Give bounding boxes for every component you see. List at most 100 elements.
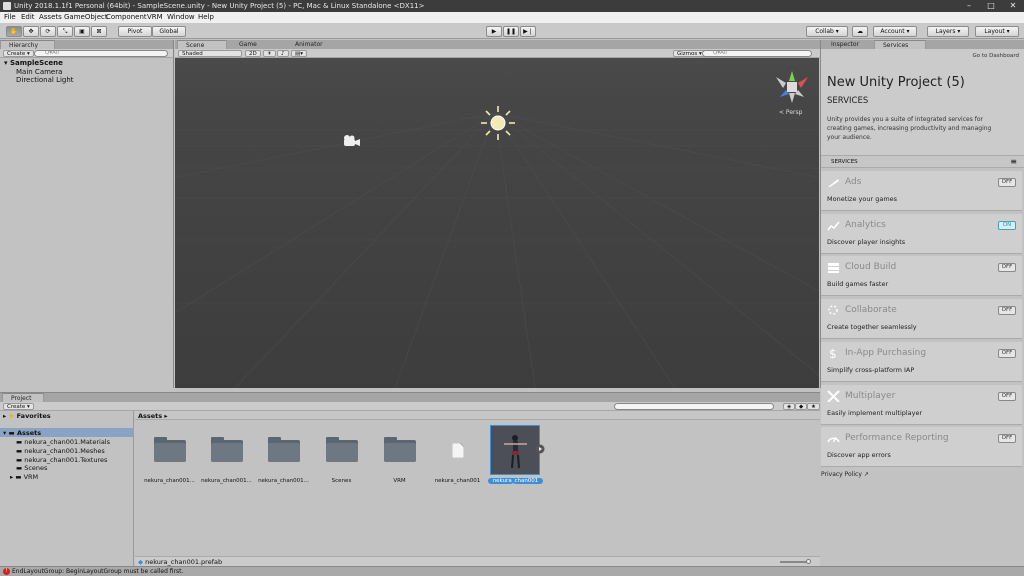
tab-animator[interactable]: Animator [287, 40, 342, 49]
tab-hierarchy[interactable]: Hierarchy [0, 40, 55, 49]
camera-gizmo-icon[interactable] [342, 134, 362, 150]
effects-dropdown[interactable]: ▤▾ [291, 50, 307, 57]
favorite-button[interactable]: ★ [807, 403, 820, 410]
breadcrumb-assets[interactable]: Assets ▸ [138, 412, 168, 420]
shading-mode-dropdown[interactable]: Shaded [178, 50, 242, 57]
maximize-button[interactable]: □ [980, 0, 1002, 12]
go-to-dashboard-link[interactable]: Go to Dashboard [973, 53, 1019, 59]
asset-folder-meshes[interactable]: nekura_chan001... [199, 425, 254, 487]
audio-toggle[interactable]: ♪ [277, 50, 289, 57]
scene-tabbar: Scene Game Animator [175, 40, 820, 49]
service-toggle[interactable]: OFF [998, 263, 1016, 272]
menu-edit[interactable]: Edit [21, 12, 35, 23]
service-ads[interactable]: Ads Monetize your games OFF [821, 171, 1022, 211]
move-tool-button[interactable]: ✥ [23, 26, 39, 37]
asset-prefab-nekura-chan001[interactable]: nekura_chan001 [488, 425, 545, 487]
rect-tool-button[interactable]: ▣ [74, 26, 90, 37]
expand-arrow-icon[interactable] [535, 444, 545, 454]
persp-label[interactable]: < Persp [779, 109, 802, 116]
effects-icon: ▤▾ [295, 51, 303, 57]
tab-scene[interactable]: Scene [177, 40, 227, 49]
service-in-app-purchasing[interactable]: $ In-App Purchasing Simplify cross-platf… [821, 342, 1022, 382]
hierarchy-create-button[interactable]: Create ▾ [3, 50, 34, 57]
file-icon [452, 443, 464, 458]
tree-item-vrm[interactable]: ▸ ▬ VRM [10, 473, 38, 481]
favorites-item[interactable]: ▸ ★ Favorites [3, 412, 51, 420]
collab-dropdown[interactable]: Collab ▾ [806, 26, 848, 37]
cloud-build-icon [828, 263, 839, 273]
global-toggle[interactable]: Global [152, 26, 186, 37]
assets-root-item[interactable]: ▾ ▬ Assets [0, 428, 134, 437]
project-search-input[interactable] [614, 403, 774, 410]
search-by-type-button[interactable]: ◈ [783, 403, 796, 410]
icon-size-slider-thumb[interactable] [806, 559, 811, 564]
tree-item-meshes[interactable]: ▬ nekura_chan001.Meshes [16, 447, 105, 455]
cloud-button[interactable]: ☁ [852, 26, 868, 37]
service-toggle[interactable]: OFF [998, 306, 1016, 315]
rotate-tool-button[interactable]: ⟳ [40, 26, 56, 37]
hierarchy-item-main-camera[interactable]: Main Camera [16, 68, 62, 76]
search-by-label-button[interactable]: ◆ [795, 403, 808, 410]
service-toggle[interactable]: ON [998, 221, 1016, 230]
directional-light-gizmo-icon[interactable] [478, 103, 518, 143]
asset-folder-vrm[interactable]: VRM [372, 425, 427, 487]
asset-folder-textures[interactable]: nekura_chan001... [256, 425, 311, 487]
step-button[interactable]: ▶❘ [520, 26, 536, 37]
asset-folder-scenes[interactable]: Scenes [314, 425, 369, 487]
orientation-gizmo-icon[interactable] [772, 67, 812, 107]
layout-dropdown[interactable]: Layout ▾ [975, 26, 1019, 37]
menu-file[interactable]: File [4, 12, 16, 23]
layers-dropdown[interactable]: Layers ▾ [927, 26, 969, 37]
service-multiplayer[interactable]: Multiplayer Easily implement multiplayer… [821, 385, 1022, 425]
service-toggle[interactable]: OFF [998, 434, 1016, 443]
ads-icon [828, 179, 839, 187]
scale-tool-button[interactable]: ⤡ [57, 26, 73, 37]
service-toggle[interactable]: OFF [998, 392, 1016, 401]
2d-toggle[interactable]: 2D [245, 50, 261, 57]
tab-inspector[interactable]: Inspector [823, 40, 871, 49]
scene-root-item[interactable]: ▾ SampleScene [4, 59, 63, 67]
service-analytics[interactable]: Analytics Discover player insights ON [821, 214, 1022, 254]
asset-label: nekura_chan001... [144, 478, 195, 484]
menu-component[interactable]: Component [106, 12, 147, 23]
minimize-button[interactable]: – [958, 0, 980, 12]
play-button[interactable]: ▶ [486, 26, 502, 37]
privacy-policy-link[interactable]: Privacy Policy ↗ [821, 471, 869, 478]
tree-item-scenes[interactable]: ▬ Scenes [16, 464, 47, 472]
gizmos-dropdown[interactable]: Gizmos ▾ [673, 50, 706, 57]
tab-project[interactable]: Project [2, 393, 44, 402]
tree-item-materials[interactable]: ▬ nekura_chan001.Materials [16, 438, 110, 446]
project-create-button[interactable]: Create ▾ [3, 403, 34, 410]
asset-folder-materials[interactable]: nekura_chan001... [142, 425, 197, 487]
icon-size-slider[interactable] [780, 559, 811, 564]
menu-help[interactable]: Help [198, 12, 214, 23]
folder-icon [384, 437, 416, 462]
account-dropdown[interactable]: Account ▾ [873, 26, 917, 37]
service-toggle[interactable]: OFF [998, 349, 1016, 358]
services-menu-icon[interactable]: ≡ [1010, 157, 1017, 166]
menu-gameobject[interactable]: GameObject [64, 12, 108, 23]
asset-file-nekura-chan001[interactable]: nekura_chan001 [430, 425, 485, 487]
status-bar[interactable]: ! EndLayoutGroup: BeginLayoutGroup must … [0, 566, 1024, 576]
service-toggle[interactable]: OFF [998, 178, 1016, 187]
menu-assets[interactable]: Assets [39, 12, 62, 23]
menu-window[interactable]: Window [167, 12, 195, 23]
tab-game[interactable]: Game [231, 40, 281, 49]
lighting-toggle[interactable]: ☀ [263, 50, 276, 57]
scene-search-input[interactable]: Q▾All [702, 50, 812, 57]
tree-item-textures[interactable]: ▬ nekura_chan001.Textures [16, 456, 107, 464]
hierarchy-search-input[interactable]: Q▾All [34, 50, 168, 57]
project-folder-tree: ▸ ★ Favorites ▾ ▬ Assets ▬ nekura_chan00… [0, 411, 134, 567]
service-performance-reporting[interactable]: Performance Reporting Discover app error… [821, 427, 1022, 467]
pause-button[interactable]: ❚❚ [503, 26, 519, 37]
pivot-toggle[interactable]: Pivot [118, 26, 152, 37]
hierarchy-item-directional-light[interactable]: Directional Light [16, 76, 74, 84]
scene-viewport[interactable]: < Persp [175, 58, 819, 388]
tab-services[interactable]: Services [874, 40, 926, 49]
service-collaborate[interactable]: Collaborate Create together seamlessly O… [821, 299, 1022, 339]
menu-vrm[interactable]: VRM [147, 12, 163, 23]
hand-tool-button[interactable]: ✋ [6, 26, 22, 37]
close-button[interactable]: ✕ [1002, 0, 1024, 12]
service-cloud-build[interactable]: Cloud Build Build games faster OFF [821, 256, 1022, 296]
transform-tool-button[interactable]: ⊠ [91, 26, 107, 37]
